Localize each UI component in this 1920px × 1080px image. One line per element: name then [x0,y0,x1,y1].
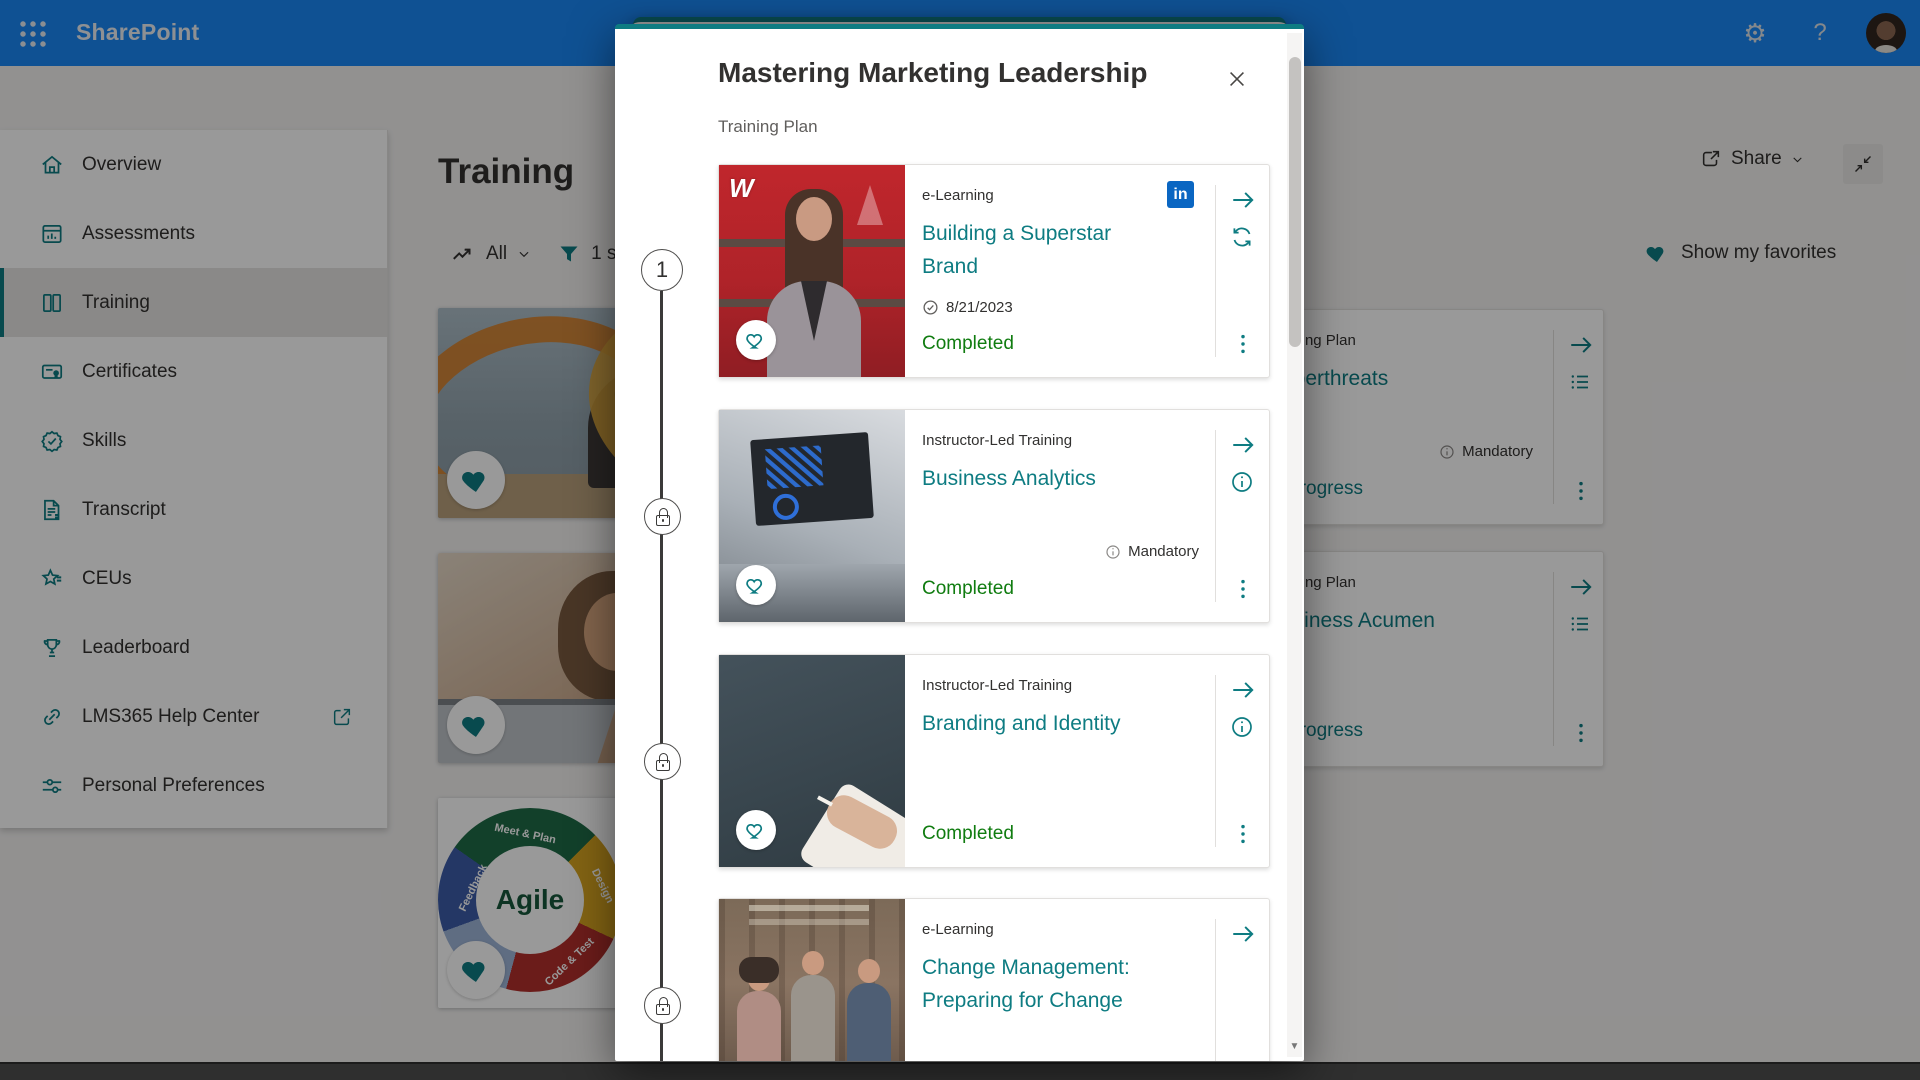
art-shape [772,493,800,521]
modal-scrollbar[interactable]: ▼ [1287,33,1302,1057]
heart-outline-icon [745,819,767,841]
art-shape: W [729,173,754,204]
thumbnail-art [719,899,905,1061]
mandatory-row: Mandatory [1105,543,1199,560]
circled-check-icon [922,299,939,316]
more-options-kebab-button[interactable] [1235,333,1251,355]
lock-icon [656,515,670,526]
favorite-button[interactable] [736,320,776,360]
timeline-lock-step [644,498,681,535]
linkedin-icon: in [1167,181,1194,208]
info-button[interactable] [1230,470,1254,494]
mandatory-label: Mandatory [1128,543,1199,560]
timeline-step-number: 1 [641,249,683,291]
scrollbar-down-arrow[interactable]: ▼ [1289,1041,1300,1053]
lock-icon [656,760,670,771]
art-shape [847,983,891,1061]
art-shape [817,795,833,806]
status-badge: Completed [922,823,1014,845]
screen: SharePoint ⚙ ? Share [0,0,1920,1080]
info-button[interactable] [1230,715,1254,739]
card-action-rail [1215,410,1269,622]
status-badge: Completed [922,578,1014,600]
plan-course-card[interactable]: Instructor-Led Training Branding and Ide… [718,654,1270,868]
scrollbar-thumb[interactable] [1289,57,1301,347]
timeline-lock-step [644,987,681,1024]
close-button[interactable] [1226,63,1258,95]
course-category: Instructor-Led Training [922,677,1072,694]
open-course-arrow-button[interactable] [1230,187,1256,213]
open-course-arrow-button[interactable] [1230,677,1256,703]
plan-course-card[interactable]: Instructor-Led Training Business Analyti… [718,409,1270,623]
card-action-rail [1215,655,1269,867]
open-course-arrow-button[interactable] [1230,921,1256,947]
heart-outline-icon [745,329,767,351]
course-title-link[interactable]: Branding and Identity [922,707,1157,740]
info-icon [1105,544,1121,560]
course-category: e-Learning [922,921,994,938]
art-shape [791,975,835,1061]
course-category: Instructor-Led Training [922,432,1072,449]
art-shape [737,991,781,1061]
art-shape [765,445,824,489]
retake-refresh-button[interactable] [1230,225,1254,249]
lock-icon [656,1004,670,1015]
course-category: e-Learning [922,187,994,204]
modal-subtitle: Training Plan [718,117,818,137]
modal-title: Mastering Marketing Leadership [718,57,1147,89]
course-thumbnail[interactable] [719,899,905,1061]
plan-course-card[interactable]: W e-Learning Building a Superstar Brand … [718,164,1270,378]
status-badge: Completed [922,333,1014,355]
open-course-arrow-button[interactable] [1230,432,1256,458]
more-options-kebab-button[interactable] [1235,823,1251,845]
course-title-link[interactable]: Building a Superstar Brand [922,217,1157,283]
favorite-button[interactable] [736,565,776,605]
more-options-kebab-button[interactable] [1235,578,1251,600]
completion-date: 8/21/2023 [946,299,1013,316]
favorite-button[interactable] [736,810,776,850]
plan-course-card[interactable]: e-Learning Change Management: Preparing … [718,898,1270,1061]
timeline-lock-step [644,743,681,780]
art-shape [857,185,883,225]
heart-outline-icon [745,574,767,596]
card-action-rail [1215,165,1269,377]
art-shape [767,281,861,377]
art-shape [750,432,874,526]
course-title-link[interactable]: Business Analytics [922,462,1157,495]
course-title-link[interactable]: Change Management: Preparing for Change [922,951,1157,1017]
card-action-rail [1215,899,1269,1061]
training-plan-modal: Mastering Marketing Leadership Training … [615,24,1304,1061]
completion-date-row: 8/21/2023 [922,299,1013,316]
close-icon [1226,68,1248,90]
timeline-line [660,291,663,1061]
